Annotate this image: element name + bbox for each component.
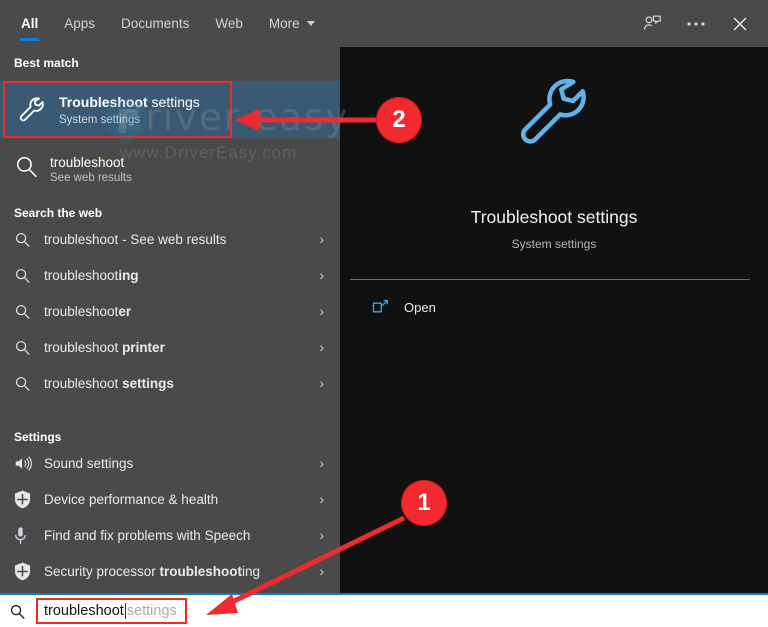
tab-more-label: More [268,16,300,31]
tab-all-label: All [21,16,39,31]
label-bold: er [118,303,132,319]
label-bold: ing [118,267,139,283]
preview-divider [350,279,750,280]
best-match-row[interactable]: Troubleshoot settings System settings [3,81,232,138]
web-result-row[interactable]: troubleshoot See web results [0,144,340,194]
search-icon [14,303,44,320]
external-link-icon [372,299,404,316]
list-item-label: Device performance & health [44,492,218,507]
chevron-right-icon: › [319,455,324,471]
web-suggestion-list: troubleshoot - See web results › trouble… [0,221,340,401]
text-cursor [124,603,126,619]
chevron-right-icon: › [319,339,324,355]
best-match-subtitle: System settings [59,114,141,126]
window-controls [630,0,768,47]
chevron-down-icon [306,21,315,26]
close-icon[interactable] [718,0,762,47]
search-icon [14,154,50,184]
best-match-header: Best match [14,56,79,70]
open-label: Open [404,300,436,315]
list-item[interactable]: Find and fix problems with Speech › [0,517,340,553]
label-bold: troubleshoot [159,563,243,579]
list-item-label: troubleshoot settings [44,376,174,391]
tab-web[interactable]: Web [202,0,256,47]
search-bar[interactable]: troubleshoot settings [0,593,768,627]
label-bold: printer [122,339,165,355]
search-typed-text: troubleshoot [44,603,124,619]
feedback-icon[interactable] [630,0,674,47]
annotation-badge-2: 2 [376,97,422,143]
label-prefix: Device performance & health [44,491,219,507]
list-item[interactable]: Device performance & health › [0,481,340,517]
search-icon [14,267,44,284]
label-prefix: troubleshoot [44,339,123,355]
chevron-right-icon: › [319,231,324,247]
label-prefix: troubleshoot [44,267,119,283]
list-item[interactable]: troubleshooter › [0,293,340,329]
best-match-title-rest: settings [147,94,200,110]
chevron-right-icon: › [319,527,324,543]
list-item-label: troubleshooting [44,268,139,283]
more-options-icon[interactable] [674,0,718,47]
best-match-title-bold: Troubleshoot [59,94,148,110]
web-result-subtitle: See web results [50,171,132,184]
preview-title: Troubleshoot settings [470,207,638,227]
search-ghost-text: settings [126,603,177,619]
tab-more[interactable]: More [256,0,328,47]
list-item[interactable]: troubleshoot settings › [0,365,340,401]
results-pane: Best match Troubleshoot settings System … [0,47,340,593]
search-input[interactable]: troubleshoot settings [36,598,187,624]
search-icon [14,339,44,356]
tab-documents-label: Documents [121,16,190,31]
list-item-label: troubleshoot - See web results [44,232,226,247]
tab-apps-label: Apps [64,16,96,31]
list-item[interactable]: troubleshoot printer › [0,329,340,365]
wrench-icon [17,95,59,125]
chevron-right-icon: › [319,375,324,391]
chevron-right-icon: › [319,267,324,283]
search-icon [14,375,44,392]
chevron-right-icon: › [319,563,324,579]
label-prefix: troubleshoot [44,375,123,391]
search-window: All Apps Documents Web More Best match T… [0,0,768,627]
chevron-right-icon: › [319,491,324,507]
speaker-icon [14,455,44,472]
label-suffix: ing [242,563,261,579]
top-tab-bar: All Apps Documents Web More [0,0,768,47]
list-item-label: Security processor troubleshooting [44,564,260,579]
label-prefix: Find and fix problems with Speech [44,527,251,543]
list-item[interactable]: Sound settings › [0,445,340,481]
annotation-badge-1: 1 [401,480,447,526]
label-suffix: - See web results [118,231,227,247]
list-item-label: troubleshoot printer [44,340,165,355]
open-button[interactable]: Open [372,299,436,316]
tab-list: All Apps Documents Web More [0,0,328,47]
chevron-right-icon: › [319,303,324,319]
list-item-label: Sound settings [44,456,133,471]
list-item[interactable]: troubleshoot - See web results › [0,221,340,257]
web-result-title: troubleshoot [50,154,125,170]
shield-icon [14,562,44,581]
search-icon [14,231,44,248]
microphone-icon [14,526,44,545]
list-item-label: troubleshooter [44,304,131,319]
label-bold: settings [122,375,174,391]
best-match-title: Troubleshoot settings [59,93,200,111]
preview-subtitle: System settings [511,237,597,251]
settings-result-list: Sound settings › Device performance & he… [0,445,340,589]
label-prefix: troubleshoot [44,231,119,247]
list-item[interactable]: troubleshooting › [0,257,340,293]
list-item[interactable]: Security processor troubleshooting › [0,553,340,589]
tab-web-label: Web [215,16,243,31]
list-item-label: Find and fix problems with Speech [44,528,250,543]
tab-apps[interactable]: Apps [51,0,108,47]
tab-documents[interactable]: Documents [108,0,202,47]
tab-all[interactable]: All [8,0,51,47]
shield-icon [14,490,44,509]
label-prefix: troubleshoot [44,303,119,319]
label-prefix: Security processor [44,563,160,579]
search-icon [0,603,34,620]
label-prefix: Sound settings [44,455,134,471]
